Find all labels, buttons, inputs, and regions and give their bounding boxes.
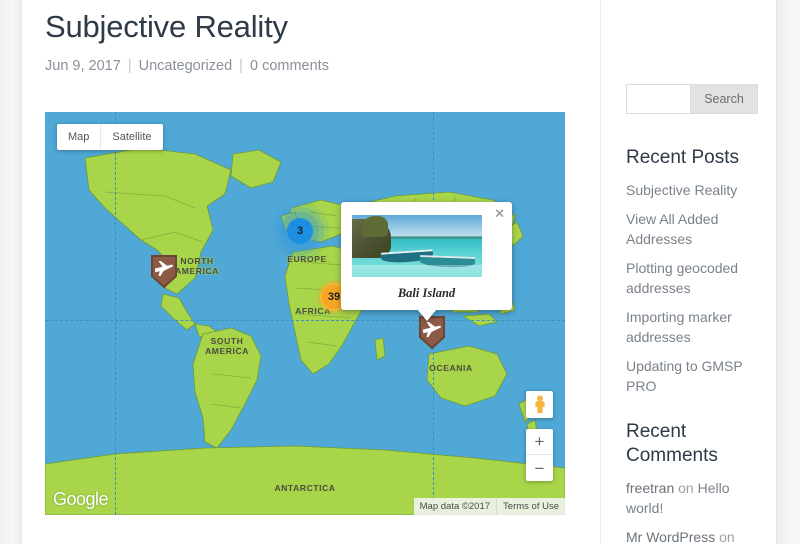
map-info-window[interactable]: ✕ Bali Island <box>341 202 512 321</box>
recent-posts-list: Subjective Reality View All Added Addres… <box>626 180 766 396</box>
sidebar: Search Recent Posts Subjective Reality V… <box>626 84 766 544</box>
pegman-icon[interactable] <box>526 391 553 418</box>
geo-label-europe: EUROPE <box>287 254 327 264</box>
map-zoom-controls[interactable]: + − <box>526 429 553 481</box>
list-item: Mr WordPress on Hello world! <box>626 527 766 544</box>
comment-on-label: on <box>678 480 694 496</box>
list-item: View All Added Addresses <box>626 209 766 249</box>
search-button[interactable]: Search <box>690 84 758 114</box>
post-category-link[interactable]: Uncategorized <box>139 58 233 74</box>
geo-label-south-america: SOUTH AMERICA <box>205 336 249 356</box>
post-comments-link[interactable]: 0 comments <box>250 58 329 74</box>
map-type-satellite-button[interactable]: Satellite <box>100 124 162 150</box>
meta-separator-1: | <box>127 58 132 74</box>
comment-author: Mr WordPress <box>626 529 716 544</box>
post-meta: Jun 9, 2017 | Uncategorized | 0 comments <box>45 56 575 76</box>
post-article: Subjective Reality Jun 9, 2017 | Uncateg… <box>45 8 575 76</box>
meta-separator-2: | <box>239 58 243 74</box>
map-meridian-1 <box>115 112 116 515</box>
list-item: Updating to GMSP PRO <box>626 356 766 396</box>
geo-label-antarctica: ANTARCTICA <box>274 483 336 493</box>
map-equator-line <box>45 320 565 321</box>
recent-posts-widget: Recent Posts Subjective Reality View All… <box>626 146 766 396</box>
list-item: freetran on Hello world! <box>626 478 766 518</box>
close-icon[interactable]: ✕ <box>494 207 505 220</box>
page-title: Subjective Reality <box>45 9 288 44</box>
map-marker-north-america[interactable] <box>149 253 179 289</box>
list-item: Subjective Reality <box>626 180 766 200</box>
page-gutter-left <box>0 0 22 544</box>
recent-comments-title: Recent Comments <box>626 421 718 466</box>
terms-of-use-link[interactable]: Terms of Use <box>496 498 565 515</box>
map-controls: + − <box>526 391 553 481</box>
content-sidebar-divider <box>600 0 601 544</box>
google-logo: Google <box>53 489 109 510</box>
recent-post-link[interactable]: Plotting geocoded addresses <box>626 260 738 296</box>
post-date: Jun 9, 2017 <box>45 58 121 74</box>
google-logo-text: Google <box>53 489 109 509</box>
recent-post-link[interactable]: Importing marker addresses <box>626 309 732 345</box>
recent-post-link[interactable]: Updating to GMSP PRO <box>626 358 742 394</box>
search-form[interactable]: Search <box>626 84 758 114</box>
map-type-control[interactable]: Map Satellite <box>57 124 163 150</box>
zoom-out-button[interactable]: − <box>526 455 553 481</box>
page-root: Subjective Reality Jun 9, 2017 | Uncateg… <box>0 0 800 544</box>
recent-post-link[interactable]: Subjective Reality <box>626 182 737 198</box>
list-item: Plotting geocoded addresses <box>626 258 766 298</box>
info-window-photo <box>352 215 482 277</box>
list-item: Importing marker addresses <box>626 307 766 347</box>
info-window-title: Bali Island <box>397 286 456 300</box>
recent-comments-widget: Recent Comments freetran on Hello world!… <box>626 420 766 544</box>
recent-posts-title: Recent Posts <box>626 147 739 168</box>
marker-cluster-blue[interactable]: 3 <box>287 218 313 244</box>
info-window-tail <box>416 309 437 321</box>
geo-label-oceania: OCEANIA <box>429 363 473 373</box>
recent-post-link[interactable]: View All Added Addresses <box>626 211 718 247</box>
map-type-map-button[interactable]: Map <box>57 124 100 150</box>
comment-author: freetran <box>626 480 675 496</box>
comment-on-label: on <box>719 529 735 544</box>
zoom-in-button[interactable]: + <box>526 429 553 455</box>
page-scrollbar-gutter[interactable] <box>776 0 800 544</box>
google-map[interactable]: NORTH AMERICA SOUTH AMERICA EUROPE AFRIC… <box>45 112 565 515</box>
map-attribution: Map data ©2017 Terms of Use <box>413 498 565 515</box>
map-data-attribution: Map data ©2017 <box>419 501 491 512</box>
search-input[interactable] <box>626 84 690 114</box>
